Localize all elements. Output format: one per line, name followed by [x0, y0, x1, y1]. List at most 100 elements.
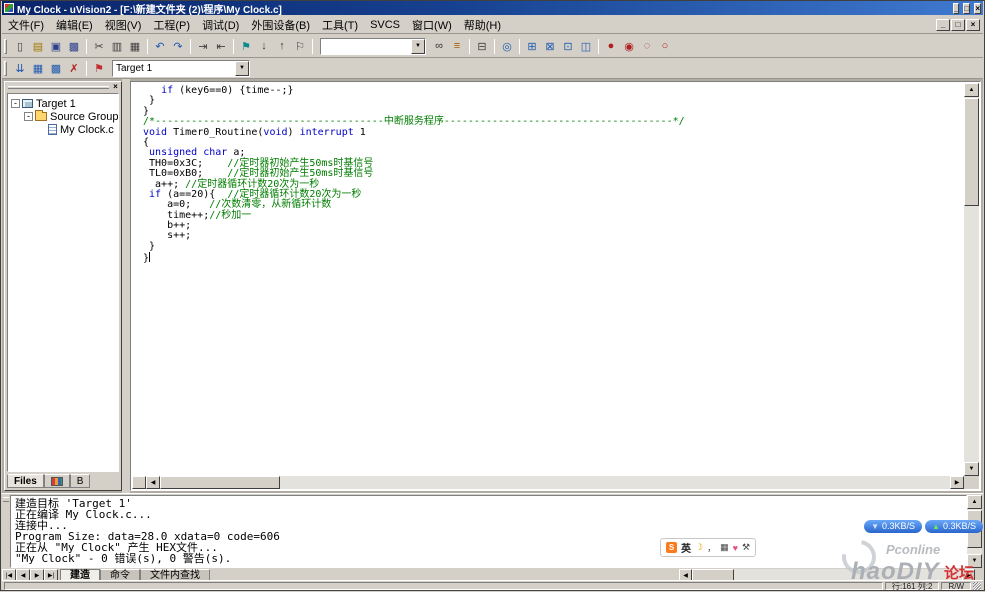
menu-window[interactable]: 窗口(W): [406, 15, 458, 35]
menu-svcs[interactable]: SVCS: [364, 17, 406, 33]
menu-tools[interactable]: 工具(T): [316, 15, 364, 35]
tree-item-label: Source Group 1: [50, 111, 118, 123]
scroll-corner: [964, 476, 979, 489]
scroll-down-icon[interactable]: ▼: [967, 554, 982, 568]
project-window: × -Target 1-Source Group 1My Clock.c Fil…: [4, 81, 122, 491]
editor-vertical-scrollbar[interactable]: ▲ ▼: [964, 83, 979, 476]
mdi-close-button[interactable]: ×: [966, 19, 980, 31]
panel-splitter[interactable]: [122, 79, 130, 493]
panel-tab-files[interactable]: Files: [7, 474, 44, 488]
panel-close-icon[interactable]: ×: [111, 83, 120, 92]
output-vertical-scrollbar[interactable]: ▲ ▼: [967, 495, 982, 568]
menu-help[interactable]: 帮助(H): [458, 15, 507, 35]
find-icon[interactable]: ∞: [430, 38, 448, 55]
panel-grip[interactable]: [8, 86, 109, 89]
scroll-up-icon[interactable]: ▲: [967, 495, 982, 509]
build-output[interactable]: 建造目标 'Target 1'正在编译 My Clock.c...连接中...P…: [10, 495, 967, 568]
outdent-icon[interactable]: ⇤: [212, 38, 230, 55]
clear-bookmarks-icon[interactable]: ⚐: [291, 38, 309, 55]
mdi-controls: _ □ ×: [935, 19, 980, 31]
target-select-combo[interactable]: Target 1 ▼: [112, 60, 250, 77]
scroll-left-icon[interactable]: ◀: [146, 476, 160, 489]
enable-breakpoint-icon[interactable]: ◉: [620, 38, 638, 55]
find-text-combo[interactable]: ▼: [320, 38, 426, 55]
output-line: 建造目标 'Target 1': [15, 498, 962, 509]
prev-bookmark-icon[interactable]: ↑: [273, 38, 291, 55]
scroll-right-icon[interactable]: ▶: [950, 476, 964, 489]
print-icon[interactable]: ⊟: [473, 38, 491, 55]
combo-dropdown-icon[interactable]: ▼: [411, 39, 425, 54]
status-message-cell: [4, 582, 883, 590]
menubar-items: 文件(F)编辑(E)视图(V)工程(P)调试(D)外围设备(B)工具(T)SVC…: [2, 15, 507, 35]
redo-icon[interactable]: ↷: [169, 38, 187, 55]
mdi-restore-button[interactable]: □: [951, 19, 965, 31]
kill-breakpoints-icon[interactable]: ○: [656, 38, 674, 55]
translate-file-icon[interactable]: ⇊: [11, 60, 29, 77]
toggle-bookmark-icon[interactable]: ⚑: [237, 38, 255, 55]
code-segment: a=0;: [143, 199, 209, 210]
toolbar-grip[interactable]: [4, 39, 7, 54]
paste-icon[interactable]: ▦: [126, 38, 144, 55]
copy-icon[interactable]: ▥: [108, 38, 126, 55]
menu-view[interactable]: 视图(V): [99, 15, 148, 35]
menu-debug[interactable]: 调试(D): [196, 15, 245, 35]
tree-expander[interactable]: -: [11, 99, 20, 108]
toolbar-separator: [86, 39, 87, 54]
tree-item-source-group-1[interactable]: - Source Group 1: [8, 110, 118, 123]
code-segment: }: [143, 95, 155, 106]
code-segment: b++;: [143, 220, 191, 231]
output-vscroll-thumb[interactable]: [967, 510, 982, 548]
menu-edit[interactable]: 编辑(E): [50, 15, 99, 35]
editor-vscroll-thumb[interactable]: [964, 98, 979, 206]
tree-expander[interactable]: -: [24, 112, 33, 121]
combo-dropdown-icon[interactable]: ▼: [235, 61, 249, 76]
symbol-window-icon[interactable]: ◫: [577, 38, 595, 55]
save-all-icon[interactable]: ▩: [65, 38, 83, 55]
rebuild-all-icon[interactable]: ▩: [47, 60, 65, 77]
panel-tab-regs[interactable]: [44, 474, 70, 488]
tree-item-target-1[interactable]: -Target 1: [8, 97, 118, 110]
new-file-icon[interactable]: ▯: [11, 38, 29, 55]
output-window: 建造目标 'Target 1'正在编译 My Clock.c...连接中...P…: [2, 493, 983, 569]
scroll-down-icon[interactable]: ▼: [964, 462, 979, 476]
code-segment: }: [143, 241, 155, 252]
split-box-icon[interactable]: [132, 476, 146, 489]
project-panel-tabs: Files B: [7, 474, 119, 488]
target-options-flag-icon[interactable]: ⚑: [90, 60, 108, 77]
tree-item-my-clock-c[interactable]: My Clock.c: [8, 123, 118, 136]
menu-peripherals[interactable]: 外围设备(B): [245, 15, 316, 35]
toolbar-separator: [147, 39, 148, 54]
code-segment: //秒加一: [209, 210, 251, 221]
output-window-icon[interactable]: ⊠: [541, 38, 559, 55]
titlebar[interactable]: My Clock - uVision2 - [F:\新建文件夹 (2)\程序\M…: [2, 1, 983, 15]
scroll-up-icon[interactable]: ▲: [964, 83, 979, 97]
save-icon[interactable]: ▣: [47, 38, 65, 55]
panel-tab-books[interactable]: B: [70, 474, 91, 488]
find-in-files-icon[interactable]: ≡: [448, 38, 466, 55]
maximize-button[interactable]: □: [963, 3, 970, 14]
editor-horizontal-scrollbar[interactable]: ◀ ▶: [132, 476, 964, 489]
project-window-icon[interactable]: ⊞: [523, 38, 541, 55]
build-target-icon[interactable]: ▦: [29, 60, 47, 77]
stop-build-icon[interactable]: ✗: [65, 60, 83, 77]
open-folder-icon[interactable]: ▤: [29, 38, 47, 55]
resize-grip[interactable]: [973, 582, 981, 590]
next-bookmark-icon[interactable]: ↓: [255, 38, 273, 55]
zoom-icon[interactable]: ◎: [498, 38, 516, 55]
mdi-minimize-button[interactable]: _: [936, 19, 950, 31]
indent-icon[interactable]: ⇥: [194, 38, 212, 55]
close-button[interactable]: ×: [974, 3, 981, 14]
menu-file[interactable]: 文件(F): [2, 15, 50, 35]
code-segment: ): [288, 127, 300, 138]
undo-icon[interactable]: ↶: [151, 38, 169, 55]
insert-breakpoint-icon[interactable]: ●: [602, 38, 620, 55]
editor-hscroll-thumb[interactable]: [160, 476, 280, 489]
cut-icon[interactable]: ✂: [90, 38, 108, 55]
output-gutter[interactable]: [2, 494, 10, 569]
minimize-button[interactable]: _: [953, 3, 959, 14]
toolbar-grip[interactable]: [4, 61, 7, 76]
menu-project[interactable]: 工程(P): [147, 15, 196, 35]
code-area[interactable]: if (key6==0) {time--;} }}/*-------------…: [132, 83, 964, 476]
memory-window-icon[interactable]: ⊡: [559, 38, 577, 55]
disable-breakpoints-icon[interactable]: ◌: [638, 38, 656, 55]
